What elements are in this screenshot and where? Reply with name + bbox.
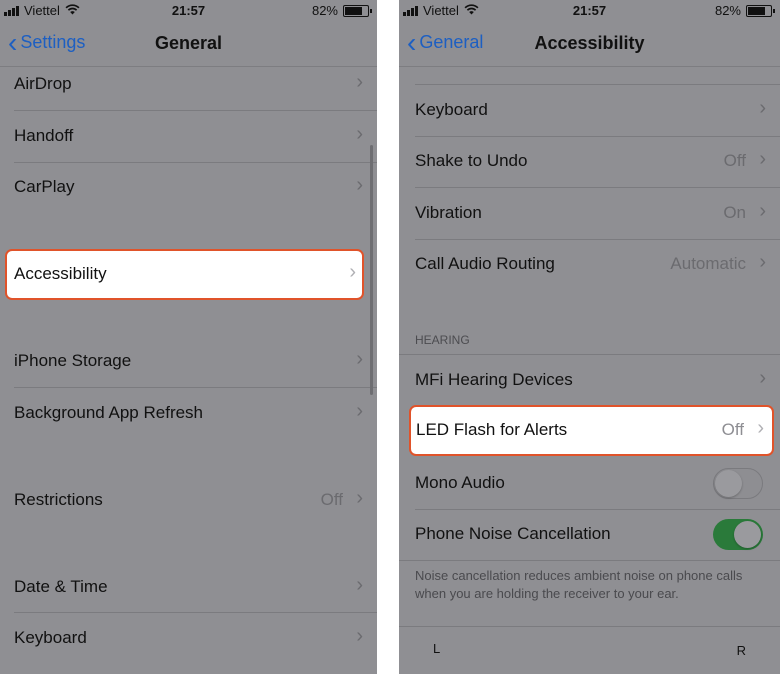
list-item-carplay[interactable]: CarPlay ›: [0, 162, 377, 213]
chevron-right-icon: ›: [356, 625, 363, 647]
list-item-mfi-hearing-devices[interactable]: MFi Hearing Devices ›: [399, 355, 780, 406]
chevron-right-icon: ›: [356, 348, 363, 370]
chevron-right-icon: ›: [759, 148, 766, 170]
battery-icon: [343, 4, 372, 17]
status-bar: Viettel 21:57 82%: [0, 0, 377, 22]
row-label: Keyboard: [14, 628, 87, 647]
row-label: Background App Refresh: [14, 403, 204, 422]
row-label: Phone Noise Cancellation: [415, 524, 611, 543]
battery-percent: 82%: [311, 3, 338, 18]
row-label: Date & Time: [14, 577, 108, 596]
list-item-iphone-storage[interactable]: iPhone Storage ›: [0, 336, 377, 387]
chevron-right-icon: ›: [356, 487, 363, 509]
chevron-right-icon: ›: [759, 200, 766, 222]
row-value: Off: [721, 420, 744, 439]
row-label: CarPlay: [14, 177, 75, 196]
row-label: AirDrop: [14, 74, 72, 93]
chevron-right-icon: ›: [759, 251, 766, 273]
list-item-date-time[interactable]: Date & Time ›: [0, 562, 377, 613]
row-label: iPhone Storage: [14, 351, 132, 370]
nav-bar: ‹ General Accessibility: [399, 22, 780, 67]
list-item-background-app-refresh[interactable]: Background App Refresh ›: [0, 388, 377, 439]
row-value: Automatic: [670, 254, 746, 273]
accessibility-screen: Viettel 21:57 82% ‹ General Accessibilit…: [399, 0, 780, 674]
chevron-right-icon: ›: [356, 71, 363, 93]
section-header-hearing: HEARING: [415, 333, 470, 347]
balance-right-label: R: [736, 643, 746, 658]
screen-divider: [377, 0, 399, 674]
row-label: Call Audio Routing: [415, 254, 555, 273]
scrollbar[interactable]: [370, 145, 373, 395]
list-item-accessibility[interactable]: Accessibility ›: [5, 249, 364, 300]
list-item-keyboard[interactable]: Keyboard ›: [0, 613, 377, 664]
row-label: Shake to Undo: [415, 151, 528, 170]
chevron-right-icon: ›: [356, 174, 363, 196]
chevron-right-icon: ›: [759, 367, 766, 389]
list-item-call-audio-routing[interactable]: Call Audio Routing Automatic ›: [399, 239, 780, 290]
list-item-phone-noise-cancellation: Phone Noise Cancellation: [399, 509, 780, 560]
row-label: Handoff: [14, 126, 74, 145]
chevron-right-icon: ›: [759, 97, 766, 119]
page-title: Accessibility: [534, 33, 645, 53]
divider: [399, 626, 780, 627]
row-label: Accessibility: [14, 264, 107, 283]
general-screen: Viettel 21:57 82% ‹ Settings General Air…: [0, 0, 377, 674]
chevron-right-icon: ›: [757, 417, 764, 439]
row-value: On: [723, 203, 746, 222]
list-item-restrictions[interactable]: Restrictions Off ›: [0, 475, 377, 526]
row-label: MFi Hearing Devices: [415, 370, 573, 389]
list-item-led-flash-for-alerts[interactable]: LED Flash for Alerts Off ›: [409, 405, 774, 456]
row-value: Off: [723, 151, 746, 170]
noise-cancellation-toggle[interactable]: [713, 519, 763, 550]
chevron-right-icon: ›: [349, 261, 356, 283]
noise-cancellation-footer: Noise cancellation reduces ambient noise…: [415, 568, 743, 601]
list-item-keyboard[interactable]: Keyboard ›: [399, 85, 780, 136]
chevron-right-icon: ›: [356, 574, 363, 596]
page-title: General: [154, 33, 223, 53]
row-value: Off: [320, 490, 343, 509]
list-item-shake-to-undo[interactable]: Shake to Undo Off ›: [399, 136, 780, 187]
list-item-handoff[interactable]: Handoff ›: [0, 111, 377, 162]
battery-icon: [746, 4, 775, 17]
row-label: Mono Audio: [415, 473, 505, 492]
row-label: Restrictions: [14, 490, 103, 509]
row-label: Keyboard: [415, 100, 488, 119]
divider: [399, 560, 780, 561]
status-bar: Viettel 21:57 82%: [399, 0, 780, 22]
chevron-right-icon: ›: [356, 123, 363, 145]
list-item-mono-audio: Mono Audio: [399, 458, 780, 509]
list-item-vibration[interactable]: Vibration On ›: [399, 188, 780, 239]
battery-percent: 82%: [714, 3, 741, 18]
row-label: LED Flash for Alerts: [416, 420, 568, 439]
mono-audio-toggle[interactable]: [713, 468, 763, 499]
chevron-right-icon: ›: [356, 400, 363, 422]
list-item-airdrop[interactable]: AirDrop ›: [0, 59, 377, 110]
row-label: Vibration: [415, 203, 482, 222]
balance-left-label: L: [433, 641, 441, 656]
